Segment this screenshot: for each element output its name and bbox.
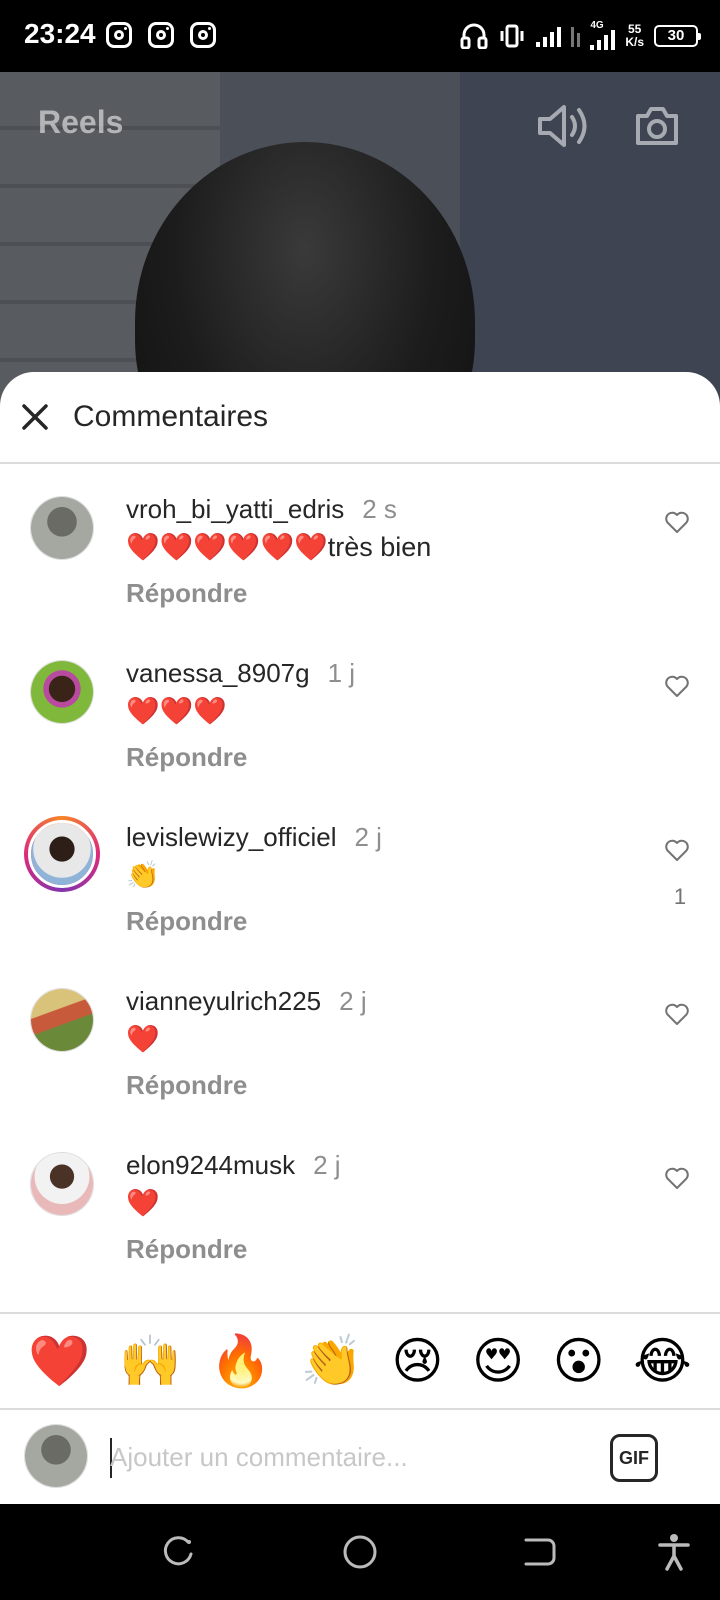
status-indicators: 4G 55 K/s 30 xyxy=(460,18,701,54)
avatar[interactable] xyxy=(30,988,94,1052)
comment-input-bar: GIF xyxy=(0,1408,720,1504)
comment-time: 2 j xyxy=(339,986,367,1016)
comment-input[interactable] xyxy=(110,1432,570,1482)
avatar[interactable] xyxy=(24,816,100,892)
comment-text: ❤️ xyxy=(126,1024,160,1054)
reply-button[interactable]: Répondre xyxy=(126,1070,247,1101)
camera-icon[interactable] xyxy=(634,104,680,148)
comment-header: levislewizy_officiel 2 j xyxy=(126,822,382,853)
instagram-notification-icon xyxy=(106,22,132,48)
current-user-avatar xyxy=(24,1424,88,1488)
emoji-clap-button[interactable]: 👏 xyxy=(301,1331,363,1391)
status-time: 23:24 xyxy=(24,18,96,49)
reply-button[interactable]: Répondre xyxy=(126,578,247,609)
like-heart-icon[interactable] xyxy=(664,674,690,698)
emoji-heart-eyes-button[interactable]: 😍 xyxy=(472,1331,524,1391)
comments-header: Commentaires xyxy=(0,372,720,464)
avatar[interactable] xyxy=(30,1152,94,1216)
network-speed-unit: K/s xyxy=(625,35,644,49)
comment-username[interactable]: vroh_bi_yatti_edris xyxy=(126,494,344,524)
reply-button[interactable]: Répondre xyxy=(126,1234,247,1265)
like-count: 1 xyxy=(673,884,687,909)
signal-icon xyxy=(536,25,562,47)
comment-header: vanessa_8907g 1 j xyxy=(126,658,355,689)
like-heart-icon[interactable] xyxy=(664,1166,690,1190)
signal-4g-icon xyxy=(590,28,616,50)
comment-text: 👏 xyxy=(126,860,160,890)
like-heart-icon[interactable] xyxy=(664,510,690,534)
comment-text: ❤️❤️❤️❤️❤️❤️très bien xyxy=(126,532,432,562)
comment-header: vianneyulrich225 2 j xyxy=(126,986,367,1017)
instagram-notification-icon xyxy=(190,22,216,48)
comment-time: 1 j xyxy=(327,658,356,688)
comment-time: 2 j xyxy=(354,822,382,852)
status-bar: 23:24 4G 55 K/s 30 xyxy=(0,0,720,72)
close-icon[interactable] xyxy=(20,402,50,432)
back-icon[interactable] xyxy=(520,1532,560,1572)
notification-icons xyxy=(106,22,216,48)
comment-username[interactable]: vianneyulrich225 xyxy=(126,986,321,1016)
reply-button[interactable]: Répondre xyxy=(126,742,247,773)
comments-title: Commentaires xyxy=(73,400,269,433)
headphones-icon xyxy=(460,23,488,49)
comment-text: ❤️ xyxy=(126,1188,160,1218)
battery-icon: 30 xyxy=(654,25,701,47)
emoji-raising-hands-button[interactable]: 🙌 xyxy=(119,1331,181,1391)
comment-time: 2 j xyxy=(313,1150,341,1180)
avatar[interactable] xyxy=(30,660,94,724)
emoji-heart-button[interactable]: ❤️ xyxy=(28,1331,90,1391)
comment-text: ❤️❤️❤️ xyxy=(126,696,227,726)
vibrate-icon xyxy=(500,24,524,48)
reply-button[interactable]: Répondre xyxy=(126,906,247,937)
system-nav-bar xyxy=(0,1504,720,1600)
data-arrows-icon xyxy=(571,25,581,47)
recents-icon[interactable] xyxy=(158,1532,198,1572)
gif-button[interactable]: GIF xyxy=(610,1434,658,1482)
emoji-quick-bar: ❤️ 🙌 🔥 👏 😢 😍 😮 😂 xyxy=(0,1312,720,1408)
instagram-notification-icon xyxy=(148,22,174,48)
comment-header: vroh_bi_yatti_edris 2 s xyxy=(126,494,397,525)
emoji-laughing-button[interactable]: 😂 xyxy=(633,1331,691,1391)
emoji-crying-button[interactable]: 😢 xyxy=(391,1331,443,1391)
emoji-fire-button[interactable]: 🔥 xyxy=(210,1331,272,1391)
comment-item: vanessa_8907g 1 j ❤️❤️❤️ Répondre xyxy=(0,630,720,794)
comment-username[interactable]: levislewizy_officiel xyxy=(126,822,337,852)
comment-username[interactable]: vanessa_8907g xyxy=(126,658,310,688)
network-type-label: 4G xyxy=(590,20,604,31)
comment-time: 2 s xyxy=(362,494,397,524)
comment-item: vroh_bi_yatti_edris 2 s ❤️❤️❤️❤️❤️❤️très … xyxy=(0,466,720,630)
home-icon[interactable] xyxy=(340,1532,380,1572)
like-heart-icon[interactable] xyxy=(664,838,690,862)
network-signal: 4G xyxy=(590,20,616,50)
emoji-surprised-button[interactable]: 😮 xyxy=(553,1331,605,1391)
page-title: Reels xyxy=(38,104,124,140)
comment-username[interactable]: elon9244musk xyxy=(126,1150,295,1180)
comment-header: elon9244musk 2 j xyxy=(126,1150,341,1181)
network-speed: 55 K/s xyxy=(625,23,644,49)
comment-item: levislewizy_officiel 2 j 👏 Répondre 1 xyxy=(0,794,720,958)
accessibility-icon[interactable] xyxy=(654,1532,694,1572)
comment-item: elon9244musk 2 j ❤️ Répondre xyxy=(0,1122,720,1286)
comment-item: vianneyulrich225 2 j ❤️ Répondre xyxy=(0,958,720,1122)
avatar[interactable] xyxy=(30,496,94,560)
like-heart-icon[interactable] xyxy=(664,1002,690,1026)
speaker-icon[interactable] xyxy=(536,104,592,148)
